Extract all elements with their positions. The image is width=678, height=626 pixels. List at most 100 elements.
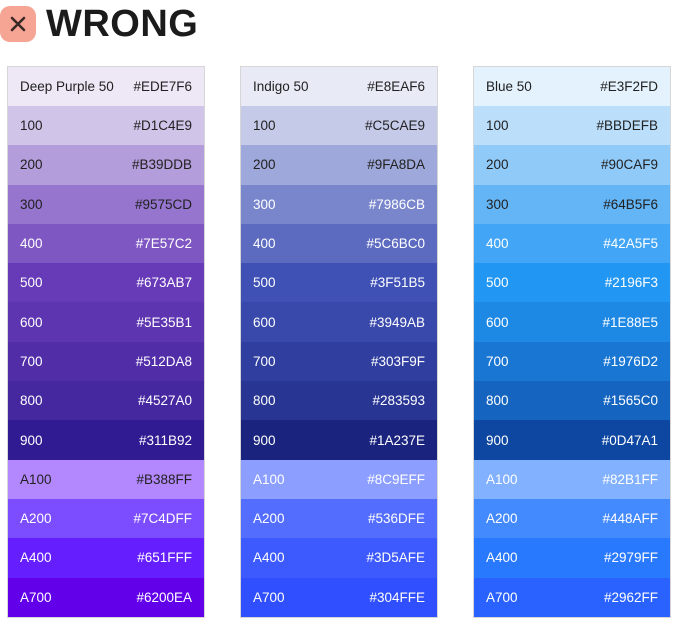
swatch-name: 200 (253, 157, 276, 173)
swatch-name: 400 (20, 236, 43, 252)
swatch-hex: #BBDEFB (596, 118, 658, 134)
swatch-hex: #536DFE (367, 511, 425, 527)
color-swatch: A100 #8C9EFF (241, 459, 437, 499)
color-swatch: A100 #82B1FF (474, 459, 670, 499)
swatch-hex: #651FFF (137, 550, 192, 566)
palette-indigo: Indigo 50 #E8EAF6 100 #C5CAE9 200 #9FA8DA 300 #… (240, 66, 438, 618)
swatch-hex: #82B1FF (602, 471, 658, 487)
swatch-hex: #1565C0 (603, 393, 658, 409)
color-swatch: Indigo 50 #E8EAF6 (241, 67, 437, 106)
swatch-name: 600 (486, 314, 509, 330)
swatch-name: 800 (253, 393, 276, 409)
color-swatch: 500 #3F51B5 (241, 263, 437, 303)
swatch-hex: #2979FF (603, 550, 658, 566)
swatch-name: 800 (486, 393, 509, 409)
swatch-hex: #E8EAF6 (367, 79, 425, 94)
swatch-name: A100 (253, 471, 285, 487)
swatch-name: A200 (486, 511, 518, 527)
swatch-name: Blue 50 (486, 79, 532, 94)
swatch-hex: #0D47A1 (601, 432, 658, 448)
swatch-hex: #5C6BC0 (366, 236, 425, 252)
swatch-name: A200 (20, 511, 52, 527)
swatch-hex: #2196F3 (604, 275, 658, 291)
color-swatch: 200 #9FA8DA (241, 145, 437, 185)
swatch-name: 100 (253, 118, 276, 134)
swatch-name: 500 (253, 275, 276, 291)
color-swatch: 100 #BBDEFB (474, 106, 670, 146)
swatch-hex: #512DA8 (135, 353, 192, 369)
color-swatch: A700 #6200EA (8, 577, 204, 617)
swatch-hex: #6200EA (136, 589, 192, 605)
color-swatch: 600 #5E35B1 (8, 302, 204, 342)
color-swatch: A100 #B388FF (8, 459, 204, 499)
swatch-hex: #90CAF9 (600, 157, 658, 173)
color-swatch: A400 #2979FF (474, 538, 670, 578)
color-swatch: 500 #2196F3 (474, 263, 670, 303)
swatch-name: 600 (20, 314, 43, 330)
swatch-name: 100 (486, 118, 509, 134)
color-swatch: A400 #651FFF (8, 538, 204, 578)
swatch-name: A400 (20, 550, 52, 566)
swatch-name: A700 (20, 589, 52, 605)
color-swatch: A200 #536DFE (241, 498, 437, 539)
swatch-name: A700 (486, 589, 518, 605)
color-swatch: 700 #1976D2 (474, 341, 670, 382)
color-swatch: 900 #0D47A1 (474, 420, 670, 460)
color-swatch: 700 #303F9F (241, 341, 437, 382)
swatch-hex: #311B92 (138, 432, 192, 448)
swatch-hex: #7C4DFF (133, 511, 192, 527)
swatch-name: 700 (20, 353, 43, 369)
swatch-name: 500 (20, 275, 43, 291)
swatch-name: 700 (253, 353, 276, 369)
color-swatch: 300 #9575CD (8, 184, 204, 224)
color-swatch: 800 #283593 (241, 381, 437, 421)
swatch-hex: #C5CAE9 (364, 118, 425, 134)
swatch-hex: #7E57C2 (135, 236, 192, 252)
swatch-name: 300 (253, 196, 276, 212)
swatch-name: 500 (486, 275, 509, 291)
color-swatch: 700 #512DA8 (8, 341, 204, 382)
color-swatch: 200 #B39DDB (8, 145, 204, 185)
swatch-name: Indigo 50 (253, 79, 309, 94)
color-swatch: A400 #3D5AFE (241, 538, 437, 578)
color-swatch: A700 #2962FF (474, 577, 670, 617)
color-swatch: 400 #5C6BC0 (241, 223, 437, 264)
swatch-hex: #E3F2FD (600, 79, 658, 94)
swatch-hex: #673AB7 (136, 275, 192, 291)
swatch-hex: #42A5F5 (603, 236, 658, 252)
swatch-hex: #2962FF (603, 589, 658, 605)
page-title: WRONG (46, 3, 199, 45)
color-swatch: A700 #304FFE (241, 577, 437, 617)
swatch-hex: #3949AB (369, 314, 425, 330)
color-swatch: 500 #673AB7 (8, 263, 204, 303)
swatch-name: 400 (486, 236, 509, 252)
color-swatch: 300 #7986CB (241, 184, 437, 224)
palette-blue: Blue 50 #E3F2FD 100 #BBDEFB 200 #90CAF9 300 #64… (473, 66, 671, 618)
swatch-hex: #9575CD (134, 196, 192, 212)
palette-deep-purple: Deep Purple 50 #EDE7F6 100 #D1C4E9 200 #B39DD… (7, 66, 205, 618)
swatch-hex: #448AFF (602, 511, 658, 527)
swatch-hex: #B388FF (136, 471, 192, 487)
color-swatch: 100 #C5CAE9 (241, 106, 437, 146)
swatch-name: 300 (486, 196, 509, 212)
swatch-name: 200 (20, 157, 43, 173)
swatch-name: A200 (253, 511, 285, 527)
swatch-name: 100 (20, 118, 43, 134)
color-swatch: Blue 50 #E3F2FD (474, 67, 670, 106)
swatch-hex: #5E35B1 (136, 314, 192, 330)
swatch-hex: #283593 (372, 393, 425, 409)
color-swatch: Deep Purple 50 #EDE7F6 (8, 67, 204, 106)
swatch-hex: #303F9F (370, 353, 425, 369)
swatch-name: 800 (20, 393, 43, 409)
swatch-name: A100 (486, 471, 518, 487)
color-swatch: 400 #7E57C2 (8, 223, 204, 264)
swatch-hex: #D1C4E9 (133, 118, 192, 134)
swatch-hex: #B39DDB (131, 157, 192, 173)
swatch-hex: #64B5F6 (603, 196, 658, 212)
swatch-name: 900 (486, 432, 509, 448)
swatch-name: A400 (253, 550, 285, 566)
swatch-name: A400 (486, 550, 518, 566)
color-swatch: 800 #1565C0 (474, 381, 670, 421)
header: WRONG (0, 4, 198, 44)
swatch-hex: #EDE7F6 (133, 79, 192, 94)
